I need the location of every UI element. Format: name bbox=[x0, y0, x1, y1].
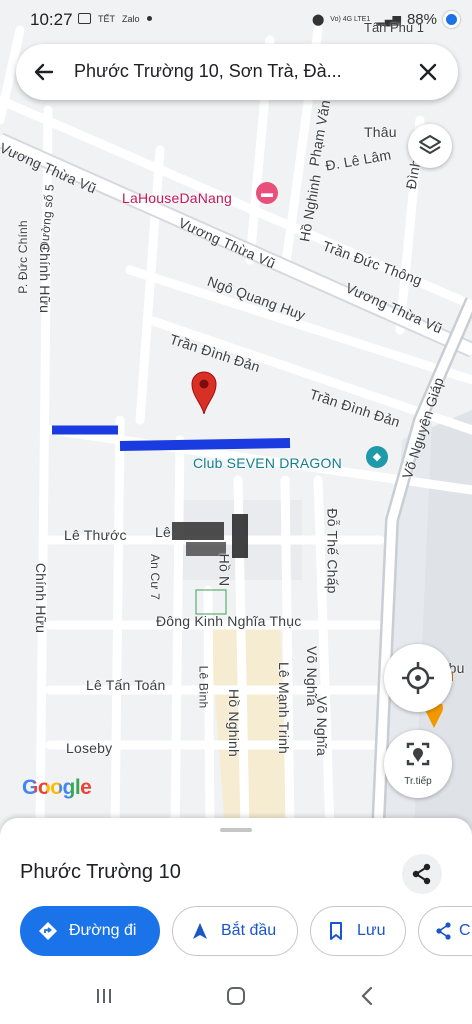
save-label: Lưu bbox=[357, 922, 386, 939]
location-status-icon: ⬤ bbox=[311, 14, 325, 26]
back-nav-icon[interactable] bbox=[354, 982, 382, 1010]
system-nav-bar bbox=[0, 968, 472, 1024]
place-title: Phước Trường 10 bbox=[20, 861, 181, 883]
street-label: Thâu bbox=[364, 124, 397, 140]
clock: 10:27 bbox=[30, 10, 73, 29]
share-chip-label: C bbox=[459, 922, 471, 939]
street-label: Hồ N bbox=[216, 553, 233, 587]
directions-button[interactable]: Đường đi bbox=[20, 906, 160, 956]
sheet-drag-handle[interactable] bbox=[220, 828, 252, 832]
street-label: Loseby bbox=[66, 740, 113, 756]
status-bar: 10:27 TẾT Zalo ⬤ Vo) 4G LTE1 ▂▄▆ 88% Tân… bbox=[0, 0, 472, 40]
google-logo: Google bbox=[22, 776, 92, 799]
live-view-label: Tr.tiếp bbox=[404, 776, 432, 787]
live-view-icon bbox=[406, 742, 430, 766]
more-notifications-icon bbox=[146, 16, 152, 21]
poi-hotel-label[interactable]: LaHouseDaNang bbox=[122, 190, 232, 206]
arrow-back-icon[interactable] bbox=[30, 58, 58, 86]
street-label: Lê bbox=[155, 524, 171, 540]
recent-apps-icon[interactable] bbox=[90, 982, 118, 1010]
search-query[interactable]: Phước Trường 10, Sơn Trà, Đà... bbox=[74, 61, 404, 82]
location-pin-icon[interactable] bbox=[190, 370, 218, 415]
club-icon[interactable]: ◆ bbox=[366, 446, 388, 468]
start-label: Bắt đầu bbox=[221, 922, 277, 939]
tet-notification-icon: TẾT bbox=[98, 13, 115, 24]
street-label: P. Đức Chính bbox=[15, 220, 30, 294]
close-icon[interactable] bbox=[414, 58, 442, 86]
share-icon bbox=[412, 863, 431, 885]
street-label: Lê Tấn Toán bbox=[86, 677, 166, 693]
start-button[interactable]: Bắt đầu bbox=[172, 906, 298, 956]
street-label: Lê Bình bbox=[196, 665, 211, 709]
street-label: Hồ Nghinh bbox=[225, 689, 242, 757]
hotel-icon[interactable]: ▬ bbox=[256, 182, 278, 204]
share-icon bbox=[436, 922, 451, 940]
gallery-notification-icon bbox=[78, 13, 91, 24]
bookmark-icon bbox=[330, 922, 342, 940]
layers-icon bbox=[419, 135, 441, 154]
street-label: Đỗ Thế Chấp bbox=[324, 508, 341, 594]
street-label: Chính Hữu bbox=[37, 242, 54, 314]
live-view-button[interactable]: Tr.tiếp bbox=[384, 730, 452, 798]
zalo-notification-icon: Zalo bbox=[122, 13, 140, 24]
overlay-place-label: Tân Phú 1 bbox=[364, 20, 424, 35]
street-label: Đông Kinh Nghĩa Thục bbox=[156, 613, 302, 629]
street-label: Lê Mạnh Trinh bbox=[276, 661, 293, 755]
share-chip-button[interactable]: C bbox=[418, 906, 472, 956]
maps-screen: Vương Thừa Vũ Vương Thừa Vũ Vương Thừa V… bbox=[0, 0, 472, 1024]
street-label: An Cư 7 bbox=[148, 553, 163, 601]
current-location-dot-icon bbox=[443, 11, 460, 28]
home-icon[interactable] bbox=[222, 982, 250, 1010]
navigate-arrow-icon bbox=[193, 923, 207, 939]
my-location-button[interactable] bbox=[384, 644, 452, 712]
search-bar[interactable]: Phước Trường 10, Sơn Trà, Đà... bbox=[16, 44, 458, 100]
map-view[interactable]: Vương Thừa Vũ Vương Thừa Vũ Vương Thừa V… bbox=[0, 0, 472, 835]
share-button[interactable] bbox=[402, 854, 442, 894]
layers-button[interactable] bbox=[408, 124, 452, 168]
save-button[interactable]: Lưu bbox=[310, 906, 406, 956]
street-label: Lê Thước bbox=[64, 527, 127, 543]
poi-club-label[interactable]: Club SEVEN DRAGON bbox=[193, 455, 342, 471]
street-label: Võ Nghĩa bbox=[313, 696, 330, 756]
directions-label: Đường đi bbox=[69, 922, 137, 939]
street-label: Chính Hữu bbox=[33, 562, 50, 634]
crosshair-icon bbox=[402, 662, 434, 694]
directions-icon bbox=[39, 922, 57, 940]
